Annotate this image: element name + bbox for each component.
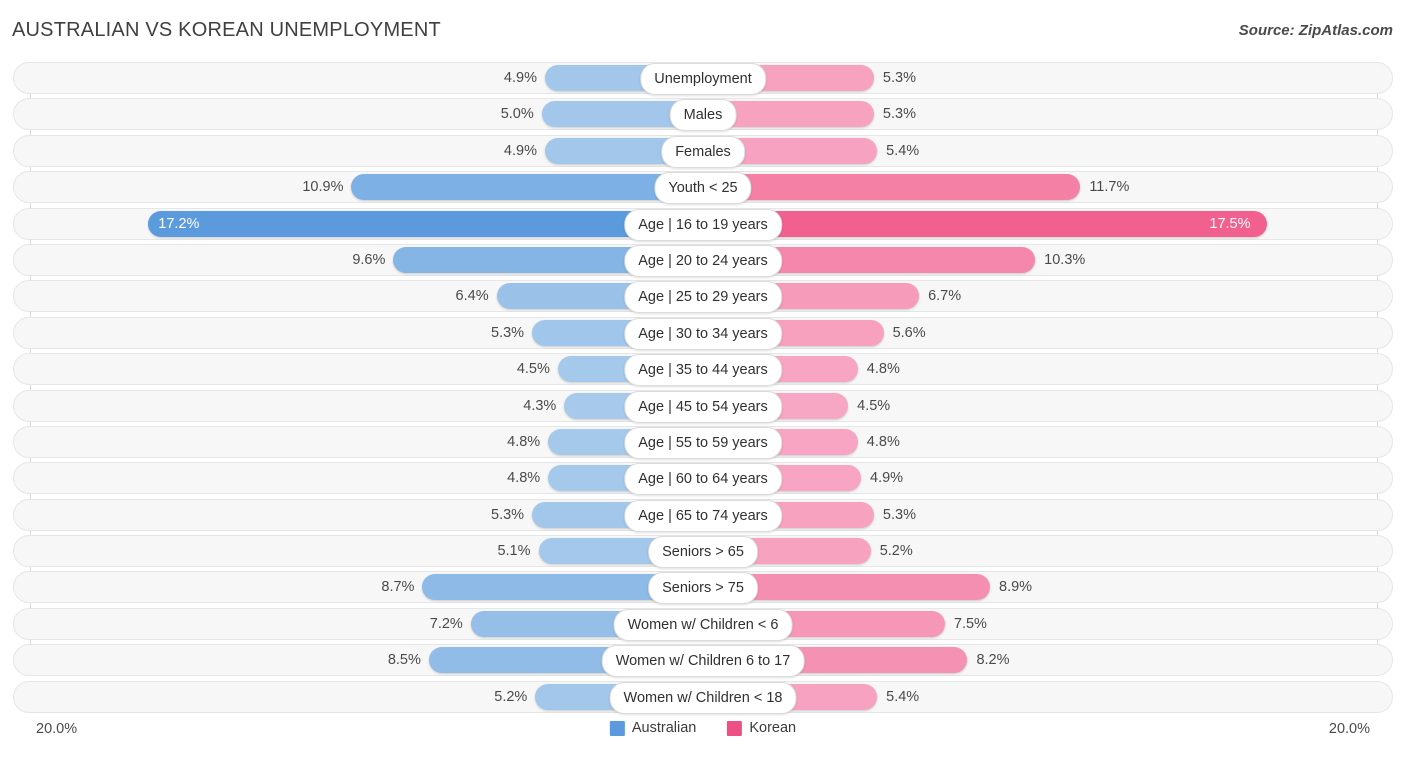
chart-row: 5.3% 5.3% Age | 65 to 74 years <box>0 498 1406 532</box>
chart-row: 4.5% 4.8% Age | 35 to 44 years <box>0 353 1406 387</box>
value-label-australian: 8.5% <box>387 652 421 669</box>
axis-label-left: 20.0% <box>36 721 78 737</box>
value-label-korean: 17.5% <box>1209 215 1251 232</box>
chart-row: 4.9% 5.3% Unemployment <box>0 62 1406 95</box>
axis-label-right: 20.0% <box>1328 721 1370 737</box>
value-label-korean: 5.3% <box>882 506 916 523</box>
chart-row: 5.0% 5.3% Males <box>0 98 1406 132</box>
value-label-australian: 4.3% <box>523 397 557 414</box>
chart-row: 8.5% 8.2% Women w/ Children 6 to 17 <box>0 644 1406 678</box>
chart-row: 5.1% 5.2% Seniors > 65 <box>0 535 1406 569</box>
legend-swatch-australian <box>609 720 625 736</box>
chart-row: 8.7% 8.9% Seniors > 75 <box>0 571 1406 605</box>
row-category-label[interactable]: Age | 30 to 34 years <box>624 317 782 350</box>
bar-australian[interactable] <box>148 210 703 237</box>
legend-item-korean[interactable]: Korean <box>727 720 796 736</box>
chart-row: 6.4% 6.7% Age | 25 to 29 years <box>0 280 1406 314</box>
value-label-korean: 5.4% <box>886 142 920 159</box>
row-category-label[interactable]: Seniors > 75 <box>648 572 758 605</box>
row-category-label[interactable]: Age | 16 to 19 years <box>624 208 782 241</box>
value-label-korean: 5.2% <box>879 543 913 560</box>
chart-row: 5.3% 5.6% Age | 30 to 34 years <box>0 316 1406 350</box>
value-label-australian: 4.8% <box>507 470 541 487</box>
value-label-korean: 5.6% <box>892 324 926 341</box>
value-label-australian: 10.9% <box>302 179 344 196</box>
legend-label-korean: Korean <box>749 720 797 736</box>
value-label-australian: 4.9% <box>503 142 537 159</box>
chart-row: 7.2% 7.5% Women w/ Children < 6 <box>0 607 1406 641</box>
value-label-korean: 4.8% <box>866 433 900 450</box>
value-label-australian: 5.3% <box>491 324 525 341</box>
value-label-australian: 5.3% <box>491 506 525 523</box>
row-category-label[interactable]: Age | 55 to 59 years <box>624 426 782 459</box>
row-category-label[interactable]: Age | 20 to 24 years <box>624 244 782 277</box>
value-label-korean: 5.3% <box>882 106 916 123</box>
value-label-australian: 5.0% <box>500 106 534 123</box>
row-category-label[interactable]: Males <box>669 99 737 132</box>
bar-korean[interactable] <box>703 210 1268 237</box>
value-label-australian: 5.2% <box>494 688 528 705</box>
row-category-label[interactable]: Age | 45 to 54 years <box>624 390 782 423</box>
chart-row: 17.2% 17.5% Age | 16 to 19 years <box>0 207 1406 241</box>
row-category-label[interactable]: Seniors > 65 <box>648 536 758 569</box>
row-category-label[interactable]: Unemployment <box>640 63 766 95</box>
legend-swatch-korean <box>727 720 743 736</box>
row-category-label[interactable]: Age | 25 to 29 years <box>624 281 782 314</box>
legend-item-australian[interactable]: Australian <box>609 720 697 736</box>
bar-australian[interactable] <box>351 174 703 201</box>
value-label-korean: 7.5% <box>953 615 987 632</box>
row-category-label[interactable]: Age | 60 to 64 years <box>624 463 782 496</box>
value-label-australian: 5.1% <box>497 543 531 560</box>
chart-row: 4.8% 4.9% Age | 60 to 64 years <box>0 462 1406 496</box>
value-label-korean: 5.3% <box>882 70 916 86</box>
source-attribution: Source: ZipAtlas.com <box>1238 22 1393 39</box>
chart-row: 4.9% 5.4% Females <box>0 134 1406 168</box>
chart-row: 4.3% 4.5% Age | 45 to 54 years <box>0 389 1406 423</box>
chart-row: 4.8% 4.8% Age | 55 to 59 years <box>0 425 1406 459</box>
chart-legend: Australian Korean <box>609 720 796 736</box>
row-category-label[interactable]: Age | 35 to 44 years <box>624 354 782 387</box>
value-label-korean: 4.9% <box>870 470 904 487</box>
bar-korean[interactable] <box>703 174 1081 201</box>
chart-row: 5.2% 5.4% Women w/ Children < 18 <box>0 680 1406 714</box>
row-category-label[interactable]: Females <box>661 135 745 168</box>
value-label-australian: 4.9% <box>503 70 537 86</box>
row-category-label[interactable]: Youth < 25 <box>654 172 752 205</box>
chart-rows: 4.9% 5.3% Unemployment 5.0% 5.3% Males 4.9% 5.4… <box>0 62 1406 717</box>
value-label-australian: 4.5% <box>516 361 550 378</box>
value-label-korean: 6.7% <box>928 288 962 305</box>
chart-footer: 20.0% Australian Korean 20.0% <box>0 713 1406 757</box>
value-label-korean: 8.9% <box>999 579 1033 596</box>
value-label-korean: 4.8% <box>866 361 900 378</box>
row-category-label[interactable]: Women w/ Children < 18 <box>609 681 797 714</box>
row-category-label[interactable]: Age | 65 to 74 years <box>624 499 782 532</box>
legend-label-australian: Australian <box>631 720 697 736</box>
value-label-korean: 8.2% <box>976 652 1010 669</box>
value-label-australian: 9.6% <box>352 251 386 268</box>
value-label-korean: 5.4% <box>886 688 920 705</box>
value-label-australian: 7.2% <box>429 615 463 632</box>
row-category-label[interactable]: Women w/ Children < 6 <box>613 608 793 641</box>
value-label-korean: 4.5% <box>857 397 891 414</box>
row-category-label[interactable]: Women w/ Children 6 to 17 <box>601 645 805 678</box>
chart-row: 10.9% 11.7% Youth < 25 <box>0 171 1406 205</box>
page-title: AUSTRALIAN VS KOREAN UNEMPLOYMENT <box>12 19 441 41</box>
chart-page: AUSTRALIAN VS KOREAN UNEMPLOYMENT Source… <box>0 0 1406 757</box>
diverging-bar-chart: 4.9% 5.3% Unemployment 5.0% 5.3% Males 4.9% 5.4… <box>0 62 1406 717</box>
value-label-australian: 4.8% <box>507 433 541 450</box>
chart-row: 9.6% 10.3% Age | 20 to 24 years <box>0 243 1406 277</box>
value-label-australian: 8.7% <box>381 579 415 596</box>
value-label-australian: 17.2% <box>158 215 200 232</box>
value-label-australian: 6.4% <box>455 288 489 305</box>
value-label-korean: 10.3% <box>1044 251 1086 268</box>
value-label-korean: 11.7% <box>1089 179 1130 196</box>
